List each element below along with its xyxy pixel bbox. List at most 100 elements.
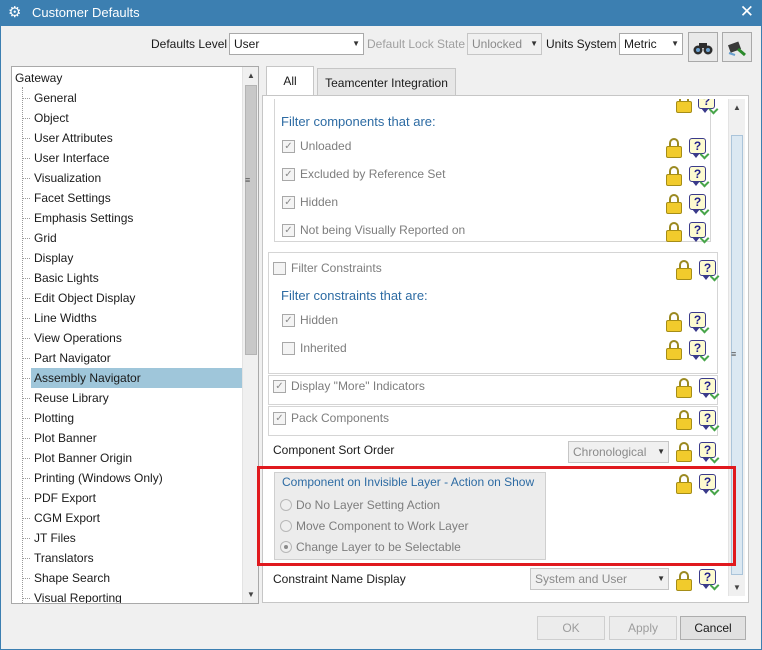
tree-item[interactable]: Translators — [22, 548, 242, 568]
help-icon[interactable]: ? — [689, 312, 710, 334]
lock-icon[interactable] — [666, 312, 682, 332]
window-title: Customer Defaults — [32, 5, 140, 20]
tree-item[interactable]: Plotting — [22, 408, 242, 428]
units-system-select[interactable]: Metric ▼ — [619, 33, 683, 55]
chevron-down-icon: ▼ — [657, 574, 665, 583]
tree-item[interactable]: Visualization — [22, 168, 242, 188]
tree-item[interactable]: PDF Export — [22, 488, 242, 508]
help-icon[interactable]: ? — [699, 410, 720, 432]
defaults-level-label: Defaults Level — [151, 37, 228, 51]
title-bar: ⚙ Customer Defaults ✕ — [0, 0, 762, 26]
tab-all[interactable]: All — [266, 66, 314, 96]
highlight-box — [257, 466, 736, 566]
constraint-name-select[interactable]: System and User ▼ — [530, 568, 669, 590]
checkbox[interactable]: ✓ — [273, 412, 286, 425]
lock-icon[interactable] — [676, 571, 692, 591]
lock-icon[interactable] — [666, 166, 682, 186]
apply-button[interactable]: Apply — [609, 616, 677, 640]
tab-teamcenter-integration[interactable]: Teamcenter Integration — [317, 68, 456, 97]
tree-item[interactable]: Visual Reporting — [22, 588, 242, 603]
help-icon[interactable]: ? — [699, 442, 720, 464]
tree-item[interactable]: JT Files — [22, 528, 242, 548]
tree-item[interactable]: General — [22, 88, 242, 108]
help-icon[interactable]: ? — [698, 99, 719, 115]
tree-item[interactable]: View Operations — [22, 328, 242, 348]
tree-item[interactable]: Line Widths — [22, 308, 242, 328]
binoculars-icon — [693, 43, 713, 55]
lock-icon[interactable] — [676, 378, 692, 398]
apply-settings-button[interactable] — [722, 32, 752, 62]
scroll-down-icon[interactable]: ▼ — [729, 579, 745, 596]
tree-item[interactable]: CGM Export — [22, 508, 242, 528]
checkbox[interactable]: ✓ — [282, 224, 295, 237]
checkbox[interactable]: ✓ — [282, 168, 295, 181]
lock-icon[interactable] — [676, 99, 692, 113]
filter-components-title: Filter components that are: — [281, 114, 436, 129]
close-icon[interactable]: ✕ — [740, 2, 754, 22]
sort-order-value: Chronological — [573, 445, 647, 459]
find-button[interactable] — [688, 32, 718, 62]
sort-order-select[interactable]: Chronological ▼ — [568, 441, 669, 463]
tree-item[interactable]: Plot Banner — [22, 428, 242, 448]
tree-item[interactable]: Edit Object Display — [22, 288, 242, 308]
help-icon[interactable]: ? — [689, 340, 710, 362]
help-icon[interactable]: ? — [699, 378, 720, 400]
help-icon[interactable]: ? — [699, 260, 720, 282]
defaults-level-select[interactable]: User ▼ — [229, 33, 364, 55]
lock-icon[interactable] — [666, 340, 682, 360]
help-icon[interactable]: ? — [689, 138, 710, 160]
chevron-down-icon: ▼ — [530, 39, 538, 48]
tree-item[interactable]: Printing (Windows Only) — [22, 468, 242, 488]
ok-button[interactable]: OK — [537, 616, 605, 640]
checkbox[interactable]: ✓ — [282, 314, 295, 327]
tree-guide-line — [22, 87, 23, 603]
tree-item[interactable]: Object — [22, 108, 242, 128]
chevron-down-icon: ▼ — [657, 447, 665, 456]
lock-state-label: Default Lock State — [367, 37, 466, 51]
chevron-down-icon: ▼ — [671, 39, 679, 48]
checkbox[interactable]: ✓ — [273, 380, 286, 393]
lock-icon[interactable] — [666, 194, 682, 214]
lock-icon[interactable] — [676, 410, 692, 430]
chevron-down-icon: ▼ — [352, 39, 360, 48]
category-tree[interactable]: Gateway General Object User Attributes U… — [11, 66, 259, 604]
gear-icon: ⚙ — [8, 4, 22, 21]
checkbox[interactable] — [273, 262, 286, 275]
tree-item[interactable]: Facet Settings — [22, 188, 242, 208]
tree-item[interactable]: Emphasis Settings — [22, 208, 242, 228]
tree-item[interactable]: Grid — [22, 228, 242, 248]
lock-icon[interactable] — [676, 442, 692, 462]
units-system-label: Units System — [546, 37, 617, 51]
scroll-up-icon[interactable]: ▲ — [729, 99, 745, 116]
lock-icon[interactable] — [666, 138, 682, 158]
scroll-thumb[interactable] — [245, 85, 257, 355]
tree-item[interactable]: Plot Banner Origin — [22, 448, 242, 468]
tree-root-gateway[interactable]: Gateway — [15, 71, 62, 85]
help-icon[interactable]: ? — [689, 166, 710, 188]
brush-icon — [727, 41, 746, 57]
scroll-down-icon[interactable]: ▼ — [243, 586, 258, 603]
lock-state-select[interactable]: Unlocked ▼ — [467, 33, 542, 55]
lock-icon[interactable] — [676, 260, 692, 280]
scroll-up-icon[interactable]: ▲ — [243, 67, 258, 84]
tree-item[interactable]: Part Navigator — [22, 348, 242, 368]
defaults-level-value: User — [234, 37, 260, 51]
scroll-grip-icon: ≡ — [731, 349, 737, 359]
lock-state-value: Unlocked — [472, 37, 523, 51]
tree-item[interactable]: Shape Search — [22, 568, 242, 588]
checkbox[interactable]: ✓ — [282, 196, 295, 209]
cancel-button[interactable]: Cancel — [680, 616, 746, 640]
tree-item[interactable]: Display — [22, 248, 242, 268]
help-icon[interactable]: ? — [689, 222, 710, 244]
tree-item[interactable]: Basic Lights — [22, 268, 242, 288]
checkbox[interactable]: ✓ — [282, 140, 295, 153]
sort-order-label: Component Sort Order — [273, 443, 395, 457]
tree-item-selected[interactable]: Assembly Navigator — [22, 368, 242, 388]
help-icon[interactable]: ? — [699, 569, 720, 591]
tree-item[interactable]: User Attributes — [22, 128, 242, 148]
tree-item[interactable]: User Interface — [22, 148, 242, 168]
lock-icon[interactable] — [666, 222, 682, 242]
tree-item[interactable]: Reuse Library — [22, 388, 242, 408]
help-icon[interactable]: ? — [689, 194, 710, 216]
checkbox[interactable] — [282, 342, 295, 355]
